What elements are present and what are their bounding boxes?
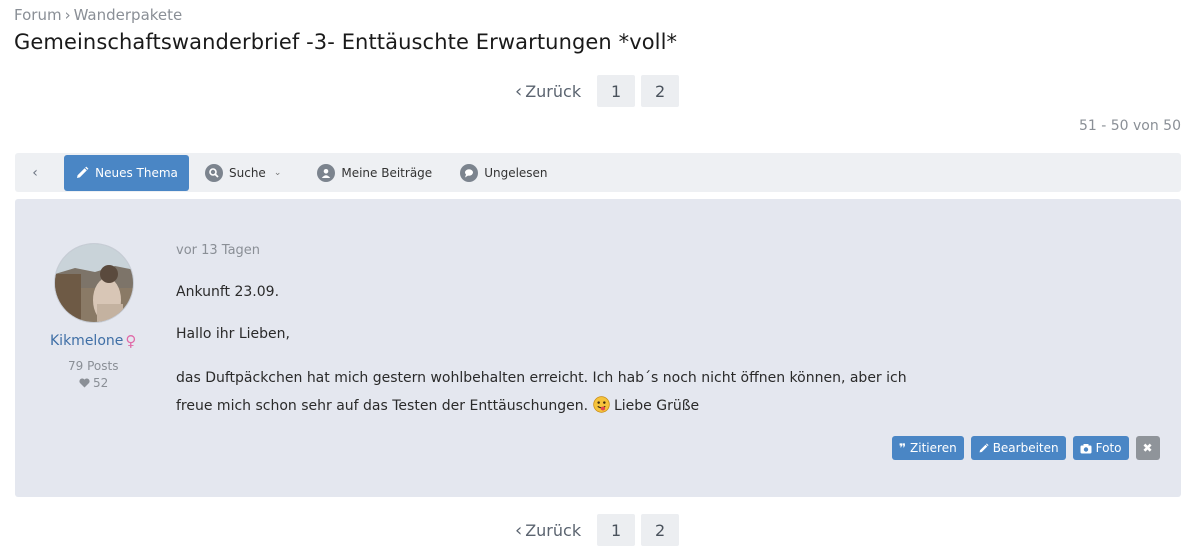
heart-icon <box>79 378 90 388</box>
thread-toolbar: ‹ Neues Thema Suche ⌄ Meine Beiträge Ung… <box>15 153 1181 192</box>
edit-label: Bearbeiten <box>992 441 1059 455</box>
breadcrumb-separator: › <box>64 6 71 24</box>
breadcrumb-forum-link[interactable]: Forum <box>14 6 62 24</box>
my-posts-button[interactable]: Meine Beiträge <box>317 153 432 192</box>
pencil-icon <box>77 166 89 178</box>
post-signoff: Liebe Grüße <box>613 398 700 414</box>
chevron-down-icon: ⌄ <box>273 167 282 178</box>
post-card: Kikmelone ♀ 79 Posts 52 vor 13 Tagen Ank… <box>15 199 1181 497</box>
quote-label: Zitieren <box>910 441 957 455</box>
tongue-emoji-icon <box>592 396 610 413</box>
post-range-counter: 51 - 50 von 50 <box>1078 118 1181 134</box>
username: Kikmelone <box>50 333 124 349</box>
search-menu-button[interactable]: Suche ⌄ <box>205 153 281 192</box>
user-icon <box>317 163 336 182</box>
chevron-left-icon: ‹ <box>32 164 38 181</box>
breadcrumb: Forum › Wanderpakete <box>14 6 182 24</box>
quote-icon: ❞ <box>899 441 907 455</box>
prev-page-label: Zurück <box>525 81 582 101</box>
chat-bubble-icon <box>460 163 479 182</box>
chevron-left-icon: ‹ <box>515 519 523 541</box>
post-author-link[interactable]: Kikmelone ♀ <box>50 332 136 350</box>
camera-icon <box>1080 443 1092 453</box>
quote-button[interactable]: ❞ Zitieren <box>892 436 964 460</box>
author-post-count: 79 Posts <box>68 359 119 373</box>
likes-count: 52 <box>93 376 109 390</box>
page-1-button[interactable]: 1 <box>597 514 636 546</box>
post-text: das Duftpäckchen hat mich gestern wohlbe… <box>176 370 907 414</box>
page-1-button[interactable]: 1 <box>597 75 636 107</box>
chevron-left-icon: ‹ <box>515 80 523 102</box>
unread-button[interactable]: Ungelesen <box>460 153 548 192</box>
page-2-button[interactable]: 2 <box>641 75 680 107</box>
pagination-top: ‹ Zurück 1 2 <box>513 75 680 107</box>
avatar[interactable] <box>54 243 134 323</box>
pagination-bottom: ‹ Zurück 1 2 <box>513 514 680 546</box>
pencil-icon <box>979 442 989 452</box>
unread-label: Ungelesen <box>484 165 548 180</box>
author-likes: 52 <box>79 376 108 390</box>
prev-page-button[interactable]: ‹ Zurück <box>513 514 591 546</box>
post-timestamp[interactable]: vor 13 Tagen <box>176 243 260 258</box>
delete-button[interactable]: ✖ <box>1135 436 1160 460</box>
page-2-button[interactable]: 2 <box>641 514 680 546</box>
post-text-line: Ankunft 23.09. <box>176 284 280 300</box>
photo-label: Foto <box>1095 441 1122 455</box>
search-icon <box>205 163 223 182</box>
edit-button[interactable]: Bearbeiten <box>970 436 1066 460</box>
search-label: Suche <box>229 165 266 180</box>
new-thread-label: Neues Thema <box>95 165 178 180</box>
new-thread-button[interactable]: Neues Thema <box>64 154 189 191</box>
my-posts-label: Meine Beiträge <box>341 165 433 180</box>
close-icon: ✖ <box>1142 441 1153 455</box>
post-text-line: Hallo ihr Lieben, <box>176 326 290 342</box>
page-title: Gemeinschaftswanderbrief -3- Enttäuschte… <box>14 30 678 54</box>
post-text-paragraph: das Duftpäckchen hat mich gestern wohlbe… <box>176 364 936 420</box>
toolbar-back-button[interactable]: ‹ <box>15 153 55 192</box>
photo-button[interactable]: Foto <box>1072 436 1129 460</box>
prev-page-label: Zurück <box>525 520 582 540</box>
breadcrumb-wanderpakete-link[interactable]: Wanderpakete <box>74 6 183 24</box>
female-symbol-icon: ♀ <box>125 332 137 350</box>
post-actions: ❞ Zitieren Bearbeiten Foto ✖ <box>892 436 1160 460</box>
prev-page-button[interactable]: ‹ Zurück <box>513 75 591 107</box>
